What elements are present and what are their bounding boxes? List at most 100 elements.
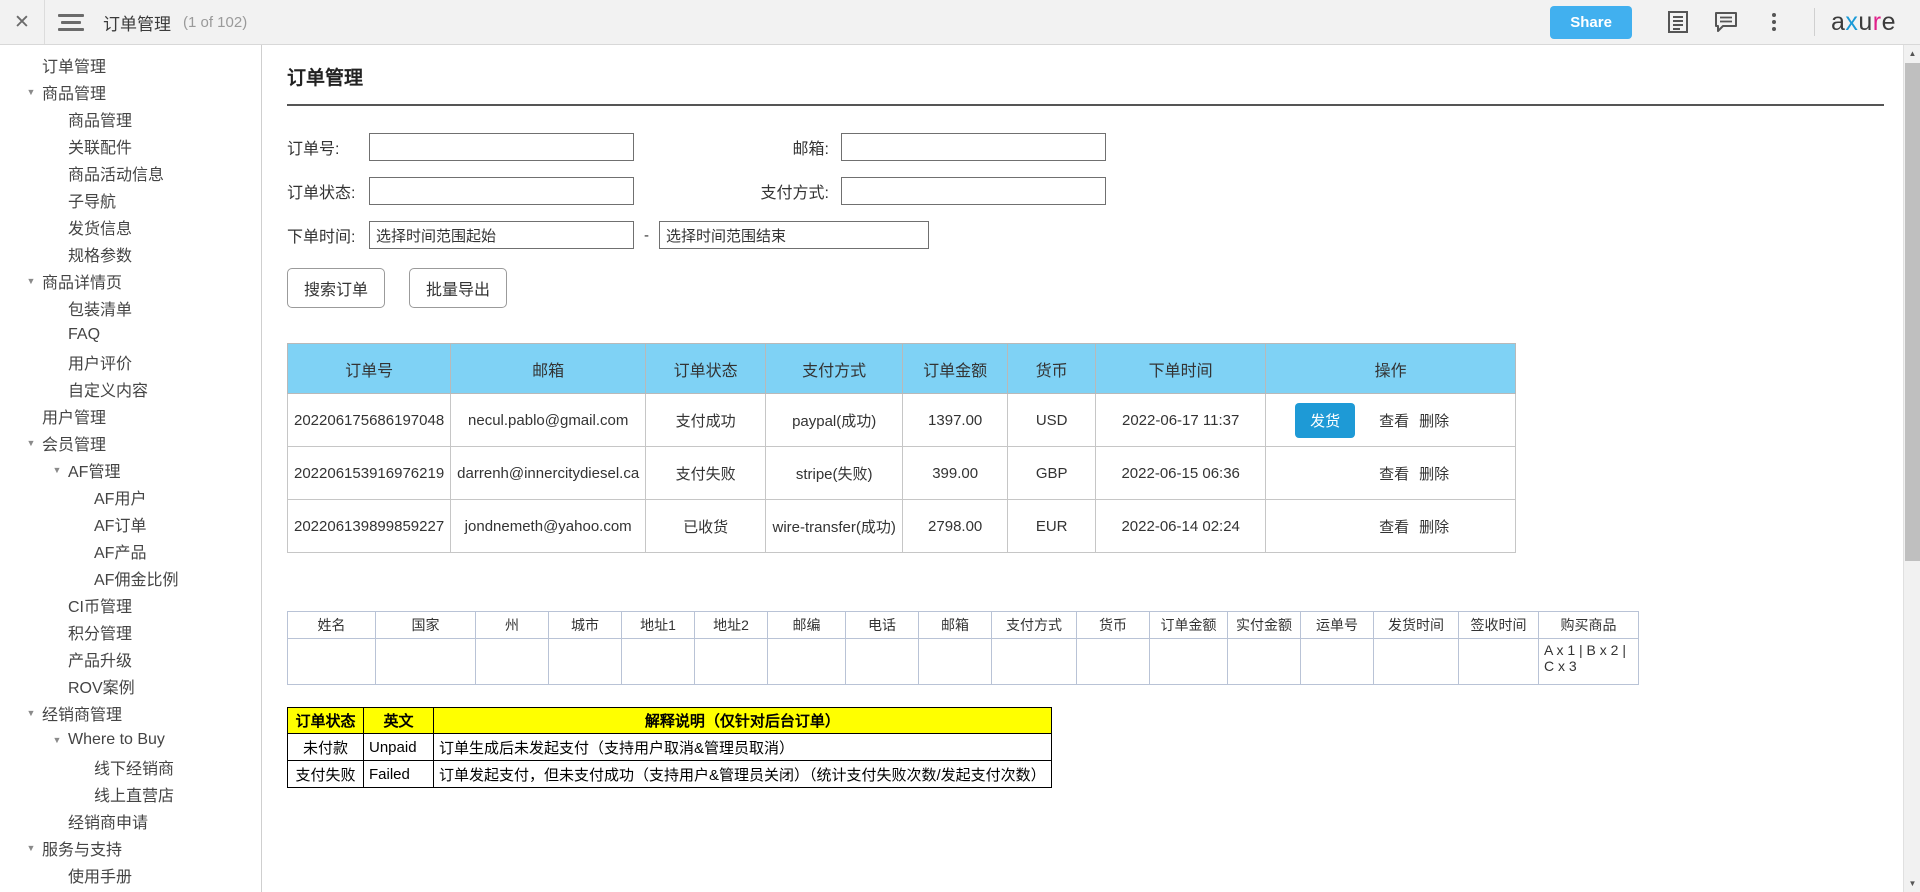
main-content: 订单管理 订单号: 邮箱: 订单状态: 支付方式: 下单时间: - 搜索订单 批… [263,45,1905,892]
time-end-input[interactable] [659,221,929,249]
orders-col-header-4: 订单金额 [902,343,1009,394]
sidebar-item-label: 用户评价 [68,355,133,373]
table-row: A x 1 | B x 2 | C x 3 [287,638,1639,685]
chevron-down-icon[interactable] [22,438,40,448]
address-table-wrapper: 姓名 国家州城市 地址1 地址2 邮编 电话 邮箱 支付方式 货币 订单金额 实付金额 运单号 发货时间… [287,611,1905,685]
sidebar-item-13[interactable]: 用户管理 [0,402,261,429]
address-cell-state [475,638,549,685]
chevron-down-icon[interactable] [22,276,40,286]
sidebar-item-label: 产品升级 [68,652,133,670]
sidebar-item-18[interactable]: AF产品 [0,537,261,564]
form-actions: 搜索订单 批量导出 [287,268,1905,308]
sidebar-item-16[interactable]: AF用户 [0,483,261,510]
amount-cell: 1397.00 [902,393,1009,447]
sidebar-item-5[interactable]: 子导航 [0,186,261,213]
axure-logo: axure [1831,8,1896,37]
order-status-cell: 已收货 [645,499,767,553]
sidebar-item-31[interactable]: 教学视频 [0,888,261,892]
sidebar-item-26[interactable]: 线下经销商 [0,753,261,780]
delete-link[interactable]: 删除 [1419,516,1449,537]
sidebar-item-23[interactable]: ROV案例 [0,672,261,699]
sidebar-item-29[interactable]: 服务与支持 [0,834,261,861]
order-no-input[interactable] [369,133,634,161]
email-cell: darrenh@innercitydiesel.ca [450,446,647,500]
orders-col-header-3: 支付方式 [765,343,904,394]
comments-panel-icon[interactable] [1702,0,1750,45]
sidebar-item-label: Where to Buy [68,730,165,748]
sidebar-item-21[interactable]: 积分管理 [0,618,261,645]
sidebar-item-27[interactable]: 线上直营店 [0,780,261,807]
legend-col-header-0: 订单状态 [287,707,364,734]
sidebar-item-25[interactable]: Where to Buy [0,726,261,753]
sidebar-item-30[interactable]: 使用手册 [0,861,261,888]
sidebar-item-22[interactable]: 产品升级 [0,645,261,672]
chevron-down-icon[interactable] [22,843,40,853]
sidebar-item-11[interactable]: 用户评价 [0,348,261,375]
title-underline [287,104,1884,106]
pay-method-label: 支付方式: [760,185,829,202]
sidebar-item-6[interactable]: 发货信息 [0,213,261,240]
address-cell-country [375,638,476,685]
chevron-down-icon[interactable] [22,708,40,718]
sidebar-item-14[interactable]: 会员管理 [0,429,261,456]
more-options-icon[interactable] [1750,0,1798,45]
sidebar-item-17[interactable]: AF订单 [0,510,261,537]
order-status-legend-table: 订单状态 英文 解释说明（仅针对后台订单） 未付款 Unpaid 订单生成后未发起支付（… [287,707,1052,788]
email-input[interactable] [841,133,1106,161]
hamburger-menu-icon[interactable] [45,0,97,44]
sidebar-item-28[interactable]: 经销商申请 [0,807,261,834]
orders-col-header-2: 订单状态 [645,343,767,394]
operations-group: 查看 删除 [1272,516,1449,537]
delete-link[interactable]: 删除 [1419,410,1449,431]
order-status-label: 订单状态: [287,185,356,202]
view-link[interactable]: 查看 [1379,410,1409,431]
address-cell-pay-method [991,638,1077,685]
sidebar-item-label: 规格参数 [68,247,133,265]
page-vertical-scrollbar[interactable]: ▲ ▼ [1903,45,1920,892]
view-link[interactable]: 查看 [1379,463,1409,484]
sidebar-item-label: 线上直营店 [94,787,175,805]
sidebar-item-7[interactable]: 规格参数 [0,240,261,267]
operations-group: 发货 查看 删除 [1272,402,1449,438]
view-link[interactable]: 查看 [1379,516,1409,537]
sidebar-item-19[interactable]: AF佣金比例 [0,564,261,591]
share-button[interactable]: Share [1550,5,1632,39]
legend-desc-cell: 订单发起支付，但未支付成功（支持用户&管理员关闭）（统计支付失败次数/发起支付次… [433,760,1052,788]
sidebar-item-3[interactable]: 关联配件 [0,132,261,159]
sidebar-item-20[interactable]: CI币管理 [0,591,261,618]
sidebar-item-10[interactable]: FAQ [0,321,261,348]
order-status-input[interactable] [369,177,634,205]
sidebar-item-12[interactable]: 自定义内容 [0,375,261,402]
scroll-up-arrow[interactable]: ▲ [1904,45,1920,62]
time-start-input[interactable] [369,221,634,249]
pay-method-input[interactable] [841,177,1106,205]
scroll-down-arrow[interactable]: ▼ [1904,875,1920,892]
chevron-down-icon[interactable] [48,465,66,475]
sidebar-item-4[interactable]: 商品活动信息 [0,159,261,186]
pay-method-cell: wire-transfer(成功) [765,499,904,553]
legend-table-wrapper: 订单状态 英文 解释说明（仅针对后台订单） 未付款 Unpaid 订单生成后未发起支付（… [287,707,1905,788]
scrollbar-thumb[interactable] [1905,63,1920,561]
order-status-cell: 支付成功 [645,393,767,447]
sidebar-item-label: 积分管理 [68,625,133,643]
chevron-down-icon[interactable] [22,87,40,97]
notes-panel-icon[interactable] [1654,0,1702,45]
search-orders-button[interactable]: 搜索订单 [287,268,386,308]
sidebar-item-24[interactable]: 经销商管理 [0,699,261,726]
order-time-label: 下单时间: [287,229,356,246]
sidebar-item-2[interactable]: 商品管理 [0,105,261,132]
chevron-down-icon[interactable] [48,735,66,745]
batch-export-button[interactable]: 批量导出 [409,268,508,308]
sidebar-item-9[interactable]: 包装清单 [0,294,261,321]
address-col-header-2: 州 [475,611,549,639]
sidebar-item-8[interactable]: 商品详情页 [0,267,261,294]
axure-logo-u: u [1858,7,1873,36]
sitemap-sidebar[interactable]: 订单管理商品管理商品管理关联配件商品活动信息子导航发货信息规格参数商品详情页包装… [0,45,262,892]
sidebar-item-15[interactable]: AF管理 [0,456,261,483]
sidebar-item-1[interactable]: 商品管理 [0,78,261,105]
sidebar-item-0[interactable]: 订单管理 [0,51,261,78]
delete-link[interactable]: 删除 [1419,463,1449,484]
orders-col-header-5: 货币 [1007,343,1097,394]
close-icon[interactable]: ✕ [0,0,44,44]
ship-button[interactable]: 发货 [1295,402,1356,438]
